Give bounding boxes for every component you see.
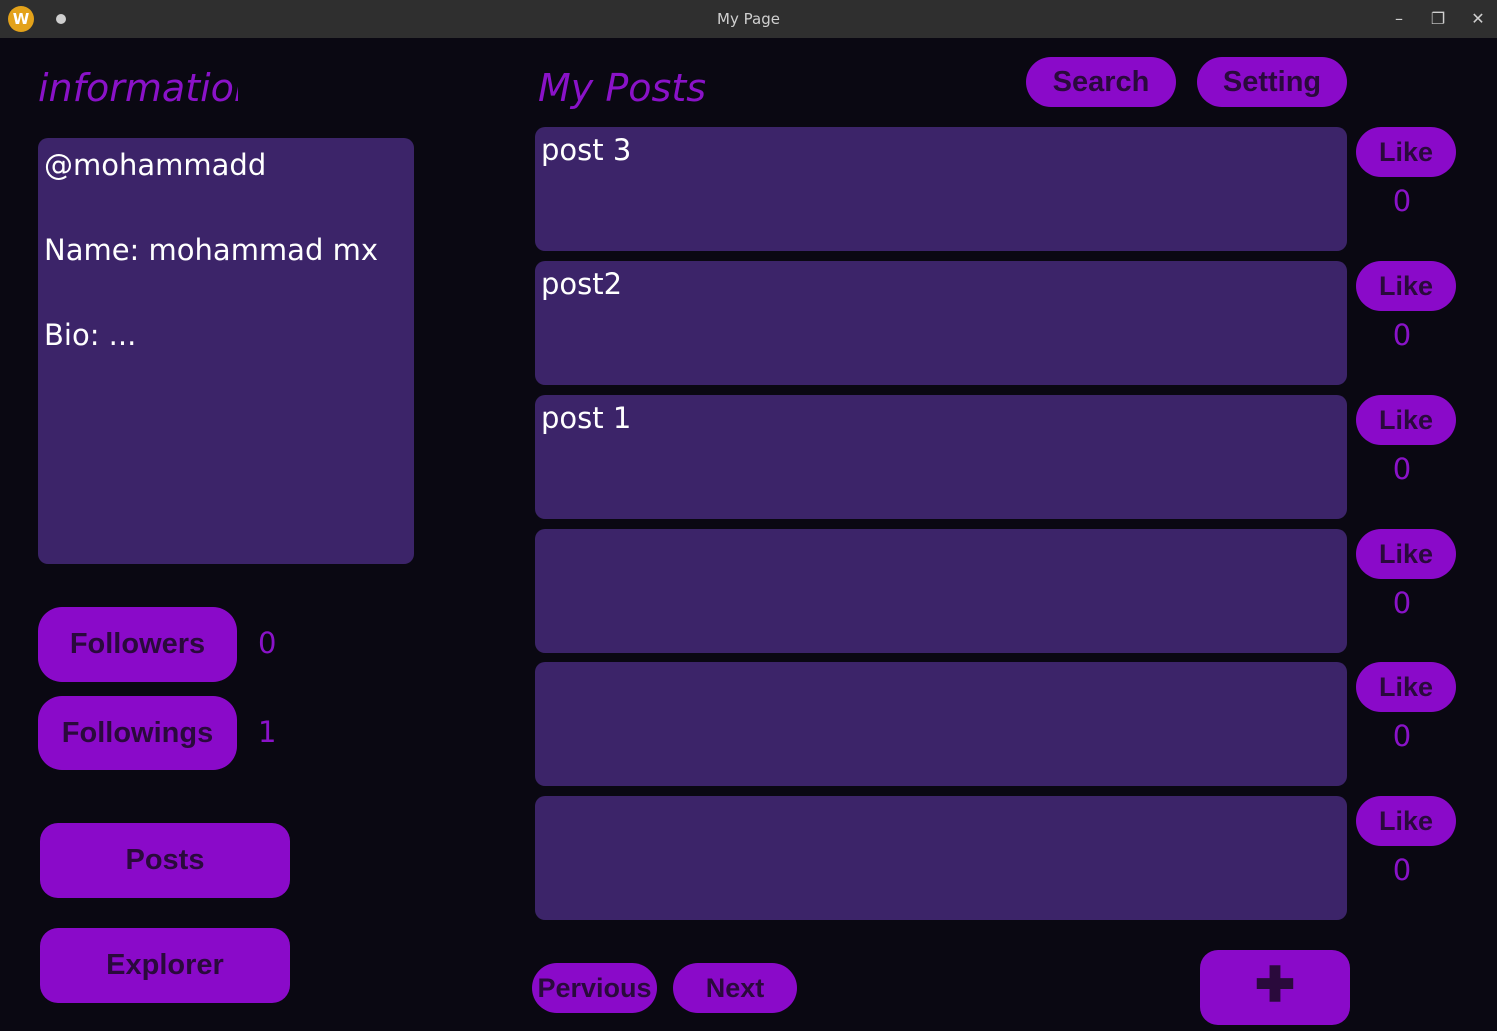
setting-button[interactable]: Setting (1197, 57, 1347, 107)
information-heading: information (38, 66, 238, 110)
profile-bio: Bio: ... (44, 318, 137, 352)
like-button[interactable]: Like (1356, 127, 1456, 177)
like-button[interactable]: Like (1356, 529, 1456, 579)
my-posts-heading: My Posts (538, 66, 707, 110)
window-title: My Page (717, 10, 780, 28)
followings-count: 1 (258, 715, 277, 749)
like-count: 0 (1392, 853, 1412, 887)
like-count: 0 (1392, 318, 1412, 352)
search-button[interactable]: Search (1026, 57, 1176, 107)
previous-button[interactable]: Pervious (532, 963, 657, 1013)
followers-count: 0 (258, 626, 277, 660)
profile-name: Name: mohammad mx (44, 233, 378, 267)
like-count: 0 (1392, 586, 1412, 620)
post-card[interactable] (535, 796, 1347, 920)
minimize-icon[interactable]: – (1388, 8, 1410, 30)
post-card[interactable] (535, 662, 1347, 786)
posts-button[interactable]: Posts (40, 823, 290, 898)
like-count: 0 (1392, 452, 1412, 486)
post-card[interactable]: post 3 (535, 127, 1347, 251)
plus-icon: ✚ (1254, 959, 1296, 1012)
profile-username: @mohammadd (44, 148, 267, 182)
post-text: post 3 (541, 133, 632, 167)
explorer-button[interactable]: Explorer (40, 928, 290, 1003)
profile-info-box: @mohammadd Name: mohammad mx Bio: ... (38, 138, 414, 564)
like-count: 0 (1392, 184, 1412, 218)
like-button[interactable]: Like (1356, 662, 1456, 712)
post-text: post 1 (541, 401, 632, 435)
post-text: post2 (541, 267, 623, 301)
followings-button[interactable]: Followings (38, 696, 237, 770)
close-icon[interactable]: ✕ (1467, 8, 1489, 30)
title-bar: W My Page – ❐ ✕ (0, 0, 1497, 38)
like-button[interactable]: Like (1356, 395, 1456, 445)
next-button[interactable]: Next (673, 963, 797, 1013)
add-post-button[interactable]: ✚ (1200, 950, 1350, 1025)
like-count: 0 (1392, 719, 1412, 753)
like-button[interactable]: Like (1356, 261, 1456, 311)
followers-button[interactable]: Followers (38, 607, 237, 682)
post-card[interactable]: post 1 (535, 395, 1347, 519)
maximize-icon[interactable]: ❐ (1427, 8, 1449, 30)
like-button[interactable]: Like (1356, 796, 1456, 846)
post-card[interactable]: post2 (535, 261, 1347, 385)
post-card[interactable] (535, 529, 1347, 653)
